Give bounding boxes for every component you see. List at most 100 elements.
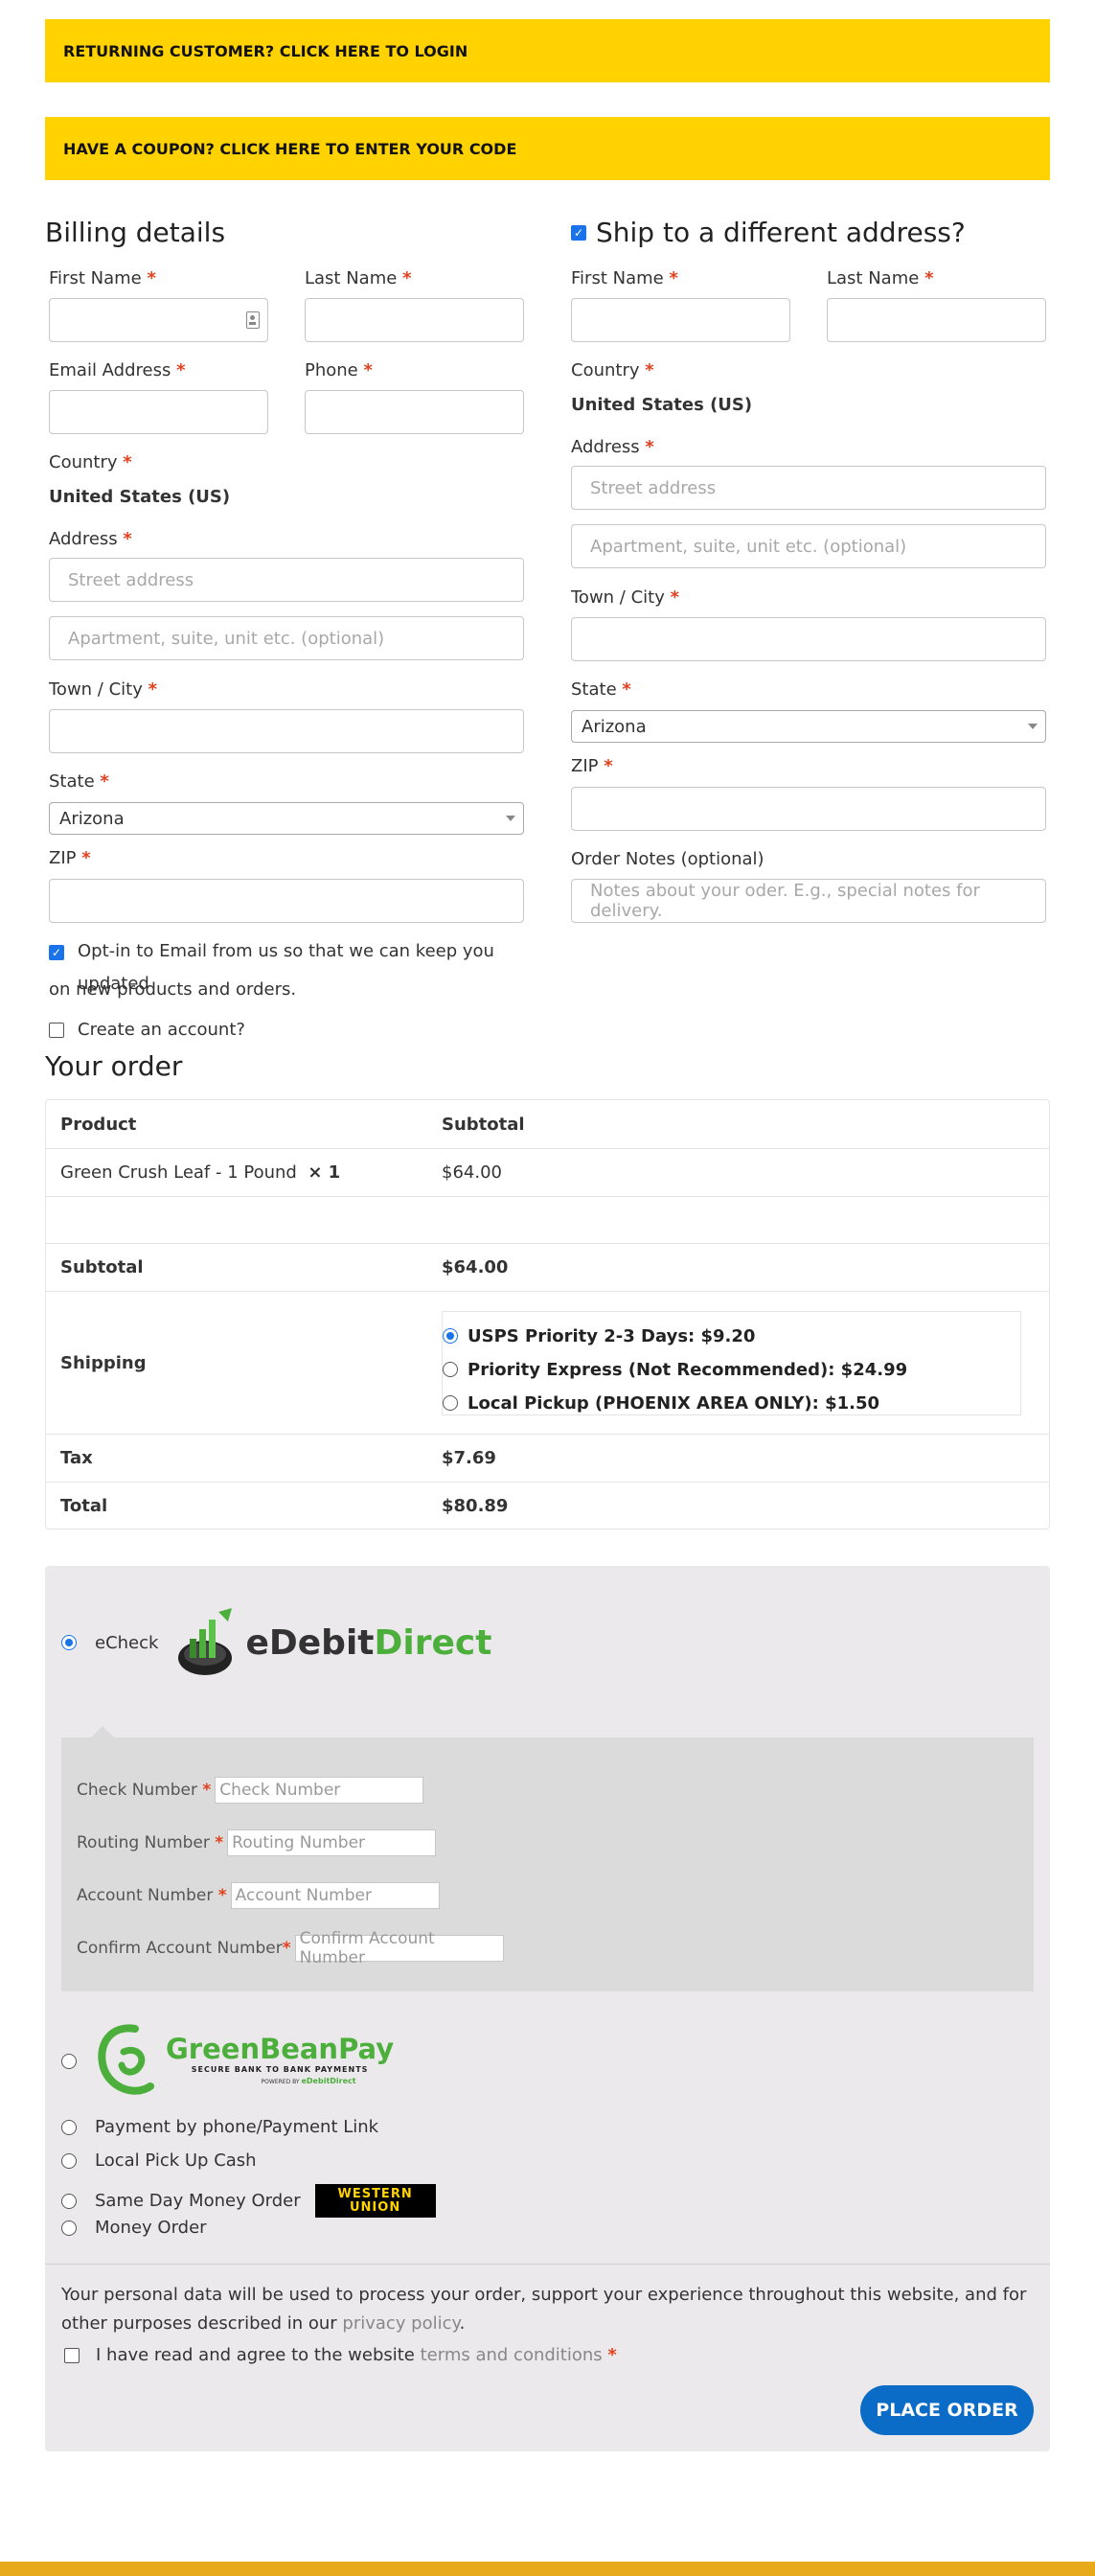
- shipping-first-name-label: First Name *: [571, 268, 678, 288]
- edebit-direct-logo: eDebitDirect: [176, 1606, 491, 1679]
- col-product: Product: [60, 1114, 137, 1135]
- echeck-fields-panel: Check Number * Check Number Routing Numb…: [61, 1737, 1034, 1991]
- billing-state-select[interactable]: Arizona: [49, 802, 524, 835]
- shipping-radio-local-pickup[interactable]: [443, 1395, 458, 1411]
- total-label: Total: [60, 1495, 108, 1516]
- local-cash-radio[interactable]: [61, 2152, 77, 2169]
- order-review-table: Product Subtotal Green Crush Leaf - 1 Po…: [45, 1099, 1050, 1530]
- billing-first-name-input[interactable]: [49, 298, 268, 342]
- shipping-radio-express[interactable]: [443, 1362, 458, 1377]
- check-number-label: Check Number *: [77, 1781, 212, 1800]
- billing-street-input[interactable]: Street address: [49, 558, 524, 602]
- greenbean-logo-icon: [98, 2024, 154, 2095]
- payment-option-money-order[interactable]: Money Order: [61, 2218, 207, 2238]
- billing-city-input[interactable]: [49, 709, 524, 753]
- routing-number-label: Routing Number *: [77, 1833, 224, 1852]
- shipping-first-name-input[interactable]: [571, 298, 790, 342]
- item-name: Green Crush Leaf - 1 Pound × 1: [60, 1162, 341, 1183]
- edebit-logo-icon: [178, 1608, 233, 1675]
- billing-phone-label: Phone *: [305, 360, 373, 380]
- billing-country-label: Country *: [49, 452, 132, 472]
- payment-option-same-day-money-order[interactable]: Same Day Money Order WESTERN UNION: [61, 2184, 436, 2218]
- account-number-label: Account Number *: [77, 1886, 227, 1905]
- terms-label: I have read and agree to the website ter…: [96, 2345, 617, 2365]
- your-order-title: Your order: [45, 1050, 183, 1082]
- order-notes-input[interactable]: Notes about your oder. E.g., special not…: [571, 879, 1046, 923]
- routing-number-input[interactable]: Routing Number: [227, 1829, 437, 1856]
- returning-customer-notice[interactable]: RETURNING CUSTOMER? CLICK HERE TO LOGIN: [45, 19, 1050, 82]
- shipping-option-usps[interactable]: USPS Priority 2-3 Days: $9.20: [443, 1320, 1020, 1353]
- billing-state-label: State *: [49, 771, 109, 792]
- privacy-policy-link[interactable]: privacy policy: [342, 2313, 459, 2334]
- phone-payment-radio[interactable]: [61, 2119, 77, 2135]
- check-number-input[interactable]: Check Number: [215, 1777, 424, 1804]
- shipping-option-local-pickup[interactable]: Local Pickup (PHOENIX AREA ONLY): $1.50: [443, 1387, 1020, 1420]
- western-union-logo: WESTERN UNION: [314, 2184, 436, 2218]
- routing-number-row: Routing Number * Routing Number: [77, 1829, 437, 1856]
- account-number-row: Account Number * Account Number: [77, 1882, 440, 1909]
- same-day-money-order-label: Same Day Money Order: [95, 2191, 301, 2211]
- confirm-account-input[interactable]: Confirm Account Number: [294, 1929, 504, 1967]
- shipping-option-express[interactable]: Priority Express (Not Recommended): $24.…: [443, 1353, 1020, 1387]
- billing-last-name-input[interactable]: [305, 298, 524, 342]
- privacy-notice: Your personal data will be used to proce…: [61, 2285, 1027, 2334]
- ship-different-checkbox[interactable]: ✓: [571, 225, 586, 241]
- shipping-street-input[interactable]: Street address: [571, 466, 1046, 510]
- local-cash-label: Local Pick Up Cash: [95, 2150, 257, 2171]
- payment-option-greenbeanpay[interactable]: GreenBeanPay SECURE BANK TO BANK PAYMENT…: [61, 2019, 394, 2104]
- shipping-last-name-label: Last Name *: [827, 268, 934, 288]
- col-subtotal: Subtotal: [442, 1114, 525, 1135]
- billing-email-input[interactable]: [49, 390, 268, 434]
- billing-zip-input[interactable]: [49, 879, 524, 923]
- billing-city-label: Town / City *: [49, 679, 158, 700]
- item-qty: × 1: [308, 1162, 341, 1183]
- shipping-state-select[interactable]: Arizona: [571, 710, 1046, 743]
- ship-different-title: Ship to a different address?: [596, 217, 966, 248]
- billing-state-value: Arizona: [59, 808, 125, 829]
- echeck-panel-pointer: [91, 1726, 114, 1737]
- payment-option-local-cash[interactable]: Local Pick Up Cash: [61, 2150, 257, 2171]
- empty-row: [46, 1196, 1049, 1243]
- billing-email-label: Email Address *: [49, 360, 186, 380]
- optin-checkbox[interactable]: ✓: [49, 945, 64, 960]
- shipping-city-input[interactable]: [571, 617, 1046, 661]
- terms-checkbox[interactable]: [64, 2347, 80, 2363]
- money-order-radio[interactable]: [61, 2220, 77, 2236]
- total-row: Total $80.89: [46, 1482, 1049, 1529]
- subtotal-label: Subtotal: [60, 1257, 144, 1277]
- shipping-apartment-input[interactable]: Apartment, suite, unit etc. (optional): [571, 524, 1046, 568]
- payment-option-phone[interactable]: Payment by phone/Payment Link: [61, 2117, 378, 2137]
- shipping-zip-label: ZIP *: [571, 756, 613, 776]
- money-order-label: Money Order: [95, 2218, 207, 2238]
- place-order-button[interactable]: PLACE ORDER: [860, 2385, 1034, 2435]
- billing-title: Billing details: [45, 217, 226, 248]
- confirm-account-label: Confirm Account Number*: [77, 1939, 291, 1958]
- greenbeanpay-radio[interactable]: [61, 2054, 77, 2069]
- billing-phone-input[interactable]: [305, 390, 524, 434]
- terms-row: I have read and agree to the website ter…: [64, 2345, 617, 2365]
- billing-last-name-label: Last Name *: [305, 268, 412, 288]
- shipping-radio-usps[interactable]: [443, 1328, 458, 1344]
- footer-bar: [0, 2562, 1095, 2576]
- same-day-money-order-radio[interactable]: [61, 2193, 77, 2209]
- echeck-radio[interactable]: [61, 1635, 77, 1650]
- coupon-notice[interactable]: HAVE A COUPON? CLICK HERE TO ENTER YOUR …: [45, 117, 1050, 180]
- billing-details-section: Billing details First Name * Last Name *…: [45, 211, 524, 1040]
- billing-apartment-input[interactable]: Apartment, suite, unit etc. (optional): [49, 616, 524, 660]
- shipping-label: Shipping: [60, 1352, 147, 1373]
- shipping-last-name-input[interactable]: [827, 298, 1046, 342]
- autofill-contact-icon[interactable]: [246, 311, 260, 329]
- shipping-state-value: Arizona: [582, 716, 647, 737]
- table-header-row: Product Subtotal: [46, 1100, 1049, 1148]
- subtotal-row: Subtotal $64.00: [46, 1243, 1049, 1291]
- item-total: $64.00: [442, 1162, 502, 1183]
- account-number-input[interactable]: Account Number: [230, 1882, 440, 1909]
- shipping-address-label: Address *: [571, 437, 654, 457]
- shipping-zip-input[interactable]: [571, 787, 1046, 831]
- terms-link[interactable]: terms and conditions: [421, 2345, 603, 2365]
- create-account-label: Create an account?: [78, 1020, 245, 1040]
- tax-row: Tax $7.69: [46, 1434, 1049, 1482]
- subtotal-value: $64.00: [442, 1257, 509, 1277]
- payment-option-echeck[interactable]: eCheck eDebitDirect: [61, 1606, 491, 1679]
- create-account-checkbox[interactable]: [49, 1022, 64, 1038]
